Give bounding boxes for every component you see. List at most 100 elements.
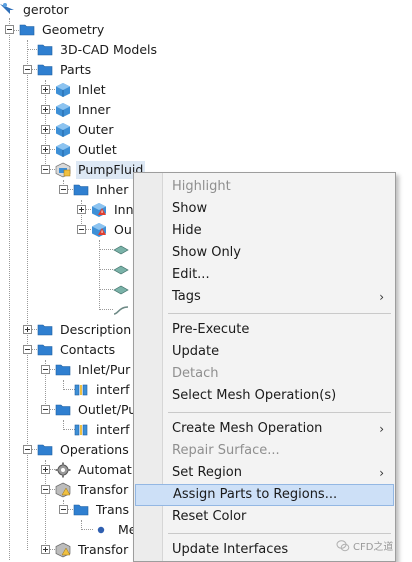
part-warning-icon xyxy=(91,202,107,218)
expand-inher-toggle[interactable] xyxy=(59,185,68,194)
tree-item-me[interactable]: Me xyxy=(95,520,138,540)
expand-description-toggle[interactable] xyxy=(23,325,32,334)
tree-item-label: Parts xyxy=(60,62,92,77)
menu-item-label: Show Only xyxy=(172,245,241,260)
tree-item-operations[interactable]: Operations xyxy=(37,440,131,460)
tree-root[interactable]: gerotor xyxy=(0,0,71,20)
tree-item-inher[interactable]: Inher xyxy=(73,180,130,200)
folder-icon xyxy=(55,402,71,418)
expand-contacts-toggle[interactable] xyxy=(23,345,32,354)
submenu-arrow-icon: › xyxy=(379,422,384,436)
menu-item-show-only[interactable]: Show Only xyxy=(135,242,394,264)
expand-transfor-toggle[interactable] xyxy=(41,485,50,494)
tree-item-transfor[interactable]: Transfor xyxy=(55,480,130,500)
transform-warning-icon xyxy=(55,482,71,498)
menu-item-edit[interactable]: Edit... xyxy=(135,264,394,286)
menu-item-update[interactable]: Update xyxy=(135,341,394,363)
folder-icon xyxy=(37,62,53,78)
menu-item-hide[interactable]: Hide xyxy=(135,220,394,242)
tree-item-description[interactable]: Description xyxy=(37,320,133,340)
expand-ou-toggle[interactable] xyxy=(77,225,86,234)
tree-item-inlet-pur[interactable]: Inlet/Pur xyxy=(55,360,132,380)
tree-item-trans[interactable]: Trans xyxy=(73,500,131,520)
folder-icon xyxy=(37,42,53,58)
expand-inlet-toggle[interactable] xyxy=(41,85,50,94)
tree-item-inlet[interactable]: Inlet xyxy=(55,80,108,100)
surface-icon xyxy=(113,282,129,298)
menu-separator xyxy=(168,313,391,314)
expand-inlet-pur-toggle[interactable] xyxy=(41,365,50,374)
expand-automat-toggle[interactable] xyxy=(41,465,50,474)
tree-item-curve[interactable] xyxy=(113,300,129,320)
part-cube-icon xyxy=(55,82,71,98)
expand-inner-toggle[interactable] xyxy=(41,105,50,114)
menu-item-label: Reset Color xyxy=(172,509,247,524)
tree-item-outer[interactable]: Outer xyxy=(55,120,116,140)
wechat-icon xyxy=(336,539,350,553)
tree-item-ou[interactable]: Ou xyxy=(91,220,134,240)
surface-icon xyxy=(113,242,129,258)
menu-item-select-mesh-operation[interactable]: Select Mesh Operation(s) xyxy=(135,385,394,407)
menu-item-label: Pre-Execute xyxy=(172,322,250,337)
menu-item-label: Set Region xyxy=(172,465,242,480)
tree-item-surface[interactable] xyxy=(113,260,129,280)
expand-outlet-toggle[interactable] xyxy=(41,145,50,154)
tree-item-interface[interactable]: interf xyxy=(73,380,132,400)
tree-item-contacts[interactable]: Contacts xyxy=(37,340,117,360)
curve-icon xyxy=(113,302,129,318)
tree-item-label: Outer xyxy=(78,122,114,137)
menu-item-label: Show xyxy=(172,201,208,216)
part-cube-icon xyxy=(55,142,71,158)
expand-inn-toggle[interactable] xyxy=(77,205,86,214)
interface-icon xyxy=(73,422,89,438)
tree-item-geometry[interactable]: Geometry xyxy=(19,20,106,40)
menu-item-create-mesh-operation[interactable]: Create Mesh Operation › xyxy=(135,418,394,440)
tree-root-label: gerotor xyxy=(23,2,69,17)
tree-item-label: Contacts xyxy=(60,342,116,357)
tree-item-pumpfluid[interactable]: PumpFluid xyxy=(55,160,146,180)
tree-item-label: Inlet xyxy=(78,82,106,97)
expand-parts-toggle[interactable] xyxy=(23,65,32,74)
tree-item-label: Inher xyxy=(96,182,129,197)
expand-outlet-pu-toggle[interactable] xyxy=(41,405,50,414)
expand-trans-toggle[interactable] xyxy=(59,505,68,514)
menu-item-label: Highlight xyxy=(172,179,231,194)
tree-item-label: Operations xyxy=(60,442,129,457)
tree-item-inn[interactable]: Inn xyxy=(91,200,136,220)
tree-item-interface[interactable]: interf xyxy=(73,420,132,440)
folder-icon xyxy=(37,342,53,358)
tree-item-label: Geometry xyxy=(42,22,105,37)
expand-operations-toggle[interactable] xyxy=(23,445,32,454)
tree-item-label: 3D-CAD Models xyxy=(60,42,158,57)
tree-item-transfor-2[interactable]: Transfor xyxy=(55,540,130,560)
menu-item-set-region[interactable]: Set Region › xyxy=(135,462,394,484)
menu-separator xyxy=(168,533,391,534)
tree-item-surface[interactable] xyxy=(113,280,129,300)
menu-item-tags[interactable]: Tags › xyxy=(135,286,394,308)
tree-item-parts[interactable]: Parts xyxy=(37,60,93,80)
tree-item-label: Inner xyxy=(78,102,111,117)
menu-separator xyxy=(168,412,391,413)
menu-item-reset-color[interactable]: Reset Color xyxy=(135,506,394,528)
submenu-arrow-icon: › xyxy=(379,466,384,480)
tree-item-outlet-pu[interactable]: Outlet/Pu xyxy=(55,400,138,420)
tree-item-inner[interactable]: Inner xyxy=(55,100,112,120)
menu-item-pre-execute[interactable]: Pre-Execute xyxy=(135,319,394,341)
expand-geometry-toggle[interactable] xyxy=(5,25,14,34)
gear-operation-icon xyxy=(55,462,71,478)
menu-item-show[interactable]: Show xyxy=(135,198,394,220)
transform-warning-icon xyxy=(55,542,71,558)
menu-item-label: Update xyxy=(172,344,220,359)
expand-transfor-2-toggle[interactable] xyxy=(41,545,50,554)
menu-item-label: Detach xyxy=(172,366,219,381)
tree-item-automat[interactable]: Automat xyxy=(55,460,134,480)
menu-item-label: Select Mesh Operation(s) xyxy=(172,388,337,403)
tree-item-outlet[interactable]: Outlet xyxy=(55,140,119,160)
folder-icon xyxy=(37,442,53,458)
menu-item-assign-parts-to-regions[interactable]: Assign Parts to Regions... xyxy=(135,484,394,506)
bullet-icon xyxy=(95,522,111,538)
tree-item-surface[interactable] xyxy=(113,240,129,260)
tree-item-3d-cad-models[interactable]: 3D-CAD Models xyxy=(37,40,159,60)
expand-pumpfluid-toggle[interactable] xyxy=(41,165,50,174)
expand-outer-toggle[interactable] xyxy=(41,125,50,134)
